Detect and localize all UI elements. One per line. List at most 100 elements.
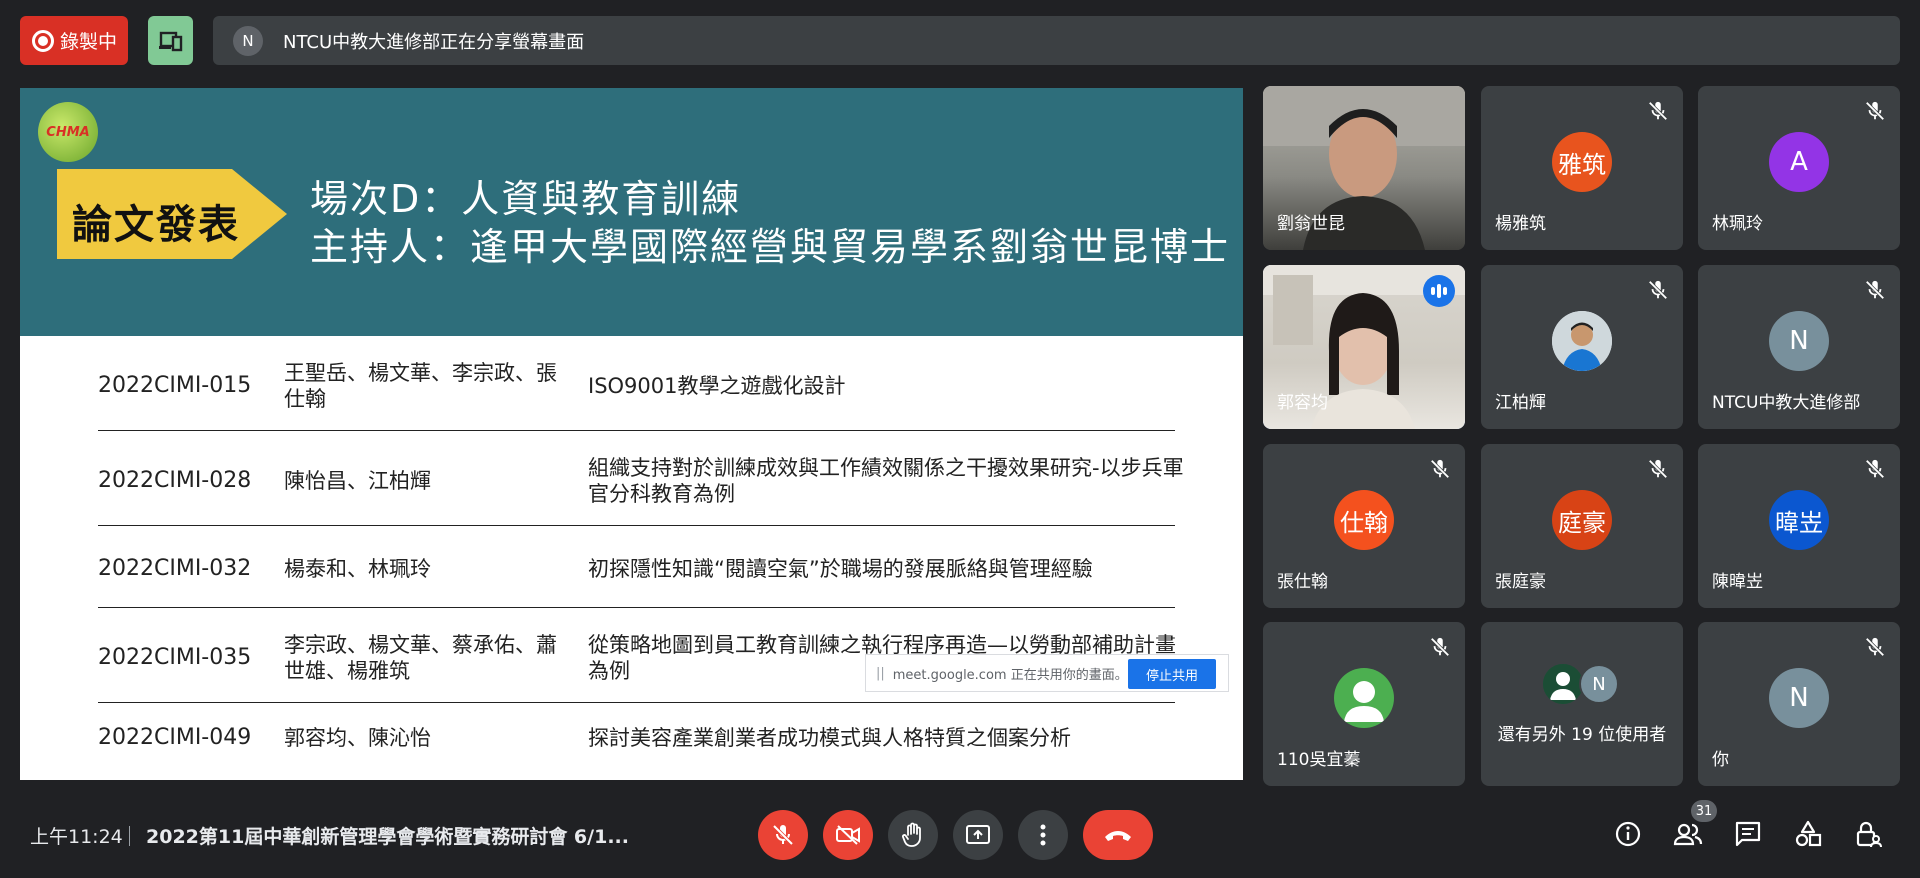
share-message: NTCU中教大進修部正在分享螢幕畫面: [283, 31, 585, 53]
mic-off-icon: [1430, 459, 1450, 479]
participant-tile[interactable]: 雅筑 楊雅筑: [1481, 86, 1683, 250]
meeting-title: 2022第11屆中華創新管理學會學術暨實務研討會 6/1...: [146, 826, 629, 848]
paper-authors: 楊泰和、林珮玲: [284, 557, 431, 581]
conference-logo: CHMA: [38, 102, 98, 162]
more-options-button[interactable]: [1018, 810, 1068, 860]
participant-tile[interactable]: N NTCU中教大進修部: [1698, 265, 1900, 429]
share-notice-bar: || meet.google.com 正在共用你的畫面。 停止共用: [865, 654, 1229, 692]
participant-name: 110吳宜蓁: [1277, 750, 1361, 770]
participant-tile[interactable]: 仕翰 張仕翰: [1263, 444, 1465, 608]
stop-sharing-button[interactable]: 停止共用: [1128, 659, 1216, 689]
recording-label: 錄製中: [60, 31, 118, 53]
paper-title: 組織支持對於訓練成效與工作績效關係之干擾效果研究-以步兵軍官分科教育為例: [588, 456, 1184, 506]
avatar: N: [1769, 668, 1829, 728]
participant-name: 江柏輝: [1495, 393, 1546, 413]
info-icon: [1615, 821, 1641, 847]
camera-off-icon: [836, 825, 860, 845]
paper-authors: 李宗政、楊文華、蔡承佑、蕭世雄、楊雅筑: [284, 633, 557, 683]
clock: 上午11:24: [30, 826, 123, 848]
participant-tile[interactable]: A 林珮玲: [1698, 86, 1900, 250]
avatar: [1334, 668, 1394, 728]
avatar: 仕翰: [1334, 490, 1394, 550]
participant-name: NTCU中教大進修部: [1712, 393, 1861, 413]
participant-tile[interactable]: 暐岦 陳暐岦: [1698, 444, 1900, 608]
share-notice-text: meet.google.com 正在共用你的畫面。: [892, 667, 1128, 683]
participant-tile[interactable]: 110吳宜蓁: [1263, 622, 1465, 786]
mic-off-icon: [1648, 459, 1668, 479]
more-vert-icon: [1040, 824, 1046, 846]
mic-off-icon: [1865, 637, 1885, 657]
paper-authors: 郭容均、陳沁怡: [284, 726, 431, 750]
people-icon: [1673, 823, 1703, 846]
chat-icon: [1735, 821, 1761, 847]
participant-tile[interactable]: 庭豪 張庭豪: [1481, 444, 1683, 608]
profile-photo: [1552, 311, 1612, 371]
drag-handle-icon[interactable]: ||: [876, 666, 885, 681]
paper-id: 2022CIMI-015: [98, 373, 252, 398]
host-controls-button[interactable]: [1850, 816, 1886, 852]
paper-title: ISO9001教學之遊戲化設計: [588, 374, 846, 398]
camera-toggle-button[interactable]: [823, 810, 873, 860]
avatar: 雅筑: [1552, 132, 1612, 192]
leave-call-button[interactable]: [1083, 810, 1153, 860]
mic-off-icon: [1648, 101, 1668, 121]
participant-tile[interactable]: 郭容均: [1263, 265, 1465, 429]
avatar: [1552, 311, 1612, 371]
avatar: N: [1769, 311, 1829, 371]
mic-off-icon: [1430, 637, 1450, 657]
table-row: 2022CIMI-032 楊泰和、林珮玲 初探隱性知識“閱讀空氣”於職場的發展脈…: [98, 526, 1175, 608]
slide-header: CHMA 論文發表 場次D：人資與教育訓練 主持人：逢甲大學國際經營與貿易學系劉…: [20, 88, 1243, 336]
default-person-icon: [1344, 681, 1384, 722]
avatar: [1543, 664, 1583, 704]
present-icon: [966, 825, 990, 844]
mic-off-icon: [1865, 280, 1885, 300]
meet-window: 錄製中 N NTCU中教大進修部正在分享螢幕畫面 CHMA 論文發表 場次D：人…: [0, 0, 1920, 878]
paper-id: 2022CIMI-032: [98, 556, 252, 581]
speaking-indicator-icon: [1423, 275, 1455, 307]
present-screen-button[interactable]: [953, 810, 1003, 860]
participant-name: 陳暐岦: [1712, 572, 1763, 592]
divider: [129, 826, 130, 846]
more-participants-tile[interactable]: N 還有另外 19 位使用者: [1481, 622, 1683, 786]
mic-toggle-button[interactable]: [758, 810, 808, 860]
bottom-control-bar: 上午11:24 2022第11屆中華創新管理學會學術暨實務研討會 6/1... …: [0, 800, 1920, 878]
raise-hand-button[interactable]: [888, 810, 938, 860]
participant-tile[interactable]: 劉翁世昆: [1263, 86, 1465, 250]
profile-photo: [1543, 664, 1583, 704]
slide-host-title: 主持人：逢甲大學國際經營與貿易學系劉翁世昆博士: [310, 225, 1231, 269]
more-participants-label: 還有另外 19 位使用者: [1497, 725, 1667, 745]
activities-icon: [1795, 820, 1822, 847]
meeting-details-button[interactable]: [1610, 816, 1646, 852]
chat-button[interactable]: [1730, 816, 1766, 852]
participant-name: 張庭豪: [1495, 572, 1546, 592]
table-row: 2022CIMI-015 王聖岳、楊文華、李宗政、張仕翰 ISO9001教學之遊…: [98, 336, 1175, 431]
record-icon: [32, 29, 54, 52]
presenter-avatar: N: [233, 25, 263, 56]
screen-share-banner: N NTCU中教大進修部正在分享螢幕畫面: [213, 16, 1900, 65]
mic-off-icon: [1865, 101, 1885, 121]
participant-name: 郭容均: [1277, 393, 1328, 413]
avatar: A: [1769, 132, 1829, 192]
slide-tag: 論文發表: [72, 202, 240, 248]
avatar: 庭豪: [1552, 490, 1612, 550]
participant-name: 林珮玲: [1712, 214, 1763, 234]
mic-off-icon: [1648, 280, 1668, 300]
self-tile[interactable]: N 你: [1698, 622, 1900, 786]
participant-name: 劉翁世昆: [1277, 214, 1345, 234]
paper-id: 2022CIMI-035: [98, 645, 252, 670]
lock-person-icon: [1856, 821, 1882, 848]
participant-count-badge: 31: [1691, 800, 1717, 822]
participant-tile[interactable]: 江柏輝: [1481, 265, 1683, 429]
participant-name: 你: [1712, 750, 1729, 770]
avatar: 暐岦: [1769, 490, 1829, 550]
recording-badge[interactable]: 錄製中: [20, 16, 128, 65]
activities-button[interactable]: [1790, 816, 1826, 852]
table-row: 2022CIMI-049 郭容均、陳沁怡 探討美容產業創業者成功模式與人格特質之…: [98, 703, 1175, 780]
participant-name: 楊雅筑: [1495, 214, 1546, 234]
hand-icon: [902, 822, 921, 847]
paper-title: 初探隱性知識“閱讀空氣”於職場的發展脈絡與管理經驗: [588, 557, 1093, 581]
slide-session-title: 場次D：人資與教育訓練: [310, 177, 742, 221]
devices-icon: [158, 31, 182, 51]
paper-id: 2022CIMI-028: [98, 468, 252, 493]
layout-button[interactable]: [148, 16, 193, 65]
